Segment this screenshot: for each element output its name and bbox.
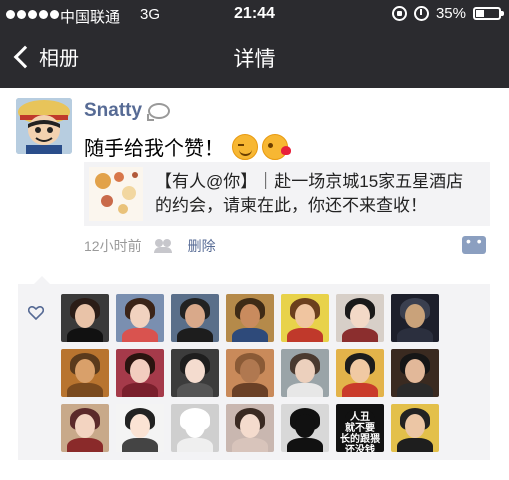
link-thumbnail bbox=[89, 167, 143, 221]
liker-avatar[interactable] bbox=[171, 294, 219, 342]
battery-icon bbox=[473, 7, 504, 20]
post-time: 12小时前 bbox=[84, 238, 142, 254]
liker-avatar[interactable] bbox=[116, 349, 164, 397]
delete-button[interactable]: 删除 bbox=[188, 236, 216, 256]
liker-avatar[interactable] bbox=[391, 404, 439, 452]
liker-avatar[interactable] bbox=[281, 294, 329, 342]
alarm-icon bbox=[413, 6, 429, 21]
status-bar: 中国联通 3G 21:44 35% bbox=[0, 0, 509, 30]
liker-avatar[interactable]: 人丑 就不要 长的跟猥 还没钱 bbox=[336, 404, 384, 452]
liker-avatar[interactable] bbox=[171, 349, 219, 397]
liker-avatar[interactable] bbox=[116, 294, 164, 342]
kiss-emoji-icon bbox=[262, 133, 291, 160]
liker-avatar[interactable] bbox=[226, 404, 274, 452]
top-bar: 中国联通 3G 21:44 35% 相册 详情 bbox=[0, 0, 509, 88]
shared-link-card[interactable]: 【有人@你】｜赴一场京城15家五星酒店的约会，请柬在此，你还不来查收！ bbox=[84, 162, 490, 226]
liker-avatar[interactable] bbox=[61, 404, 109, 452]
status-right: 35% bbox=[391, 5, 504, 22]
moment-post: Snatty 随手给我个赞！ 【有人@你】｜赴一场京城15家五星酒店的约会，请柬… bbox=[0, 88, 509, 480]
comment-action-button[interactable] bbox=[462, 233, 486, 254]
liker-avatar[interactable] bbox=[226, 294, 274, 342]
rotation-lock-icon bbox=[391, 6, 407, 21]
liker-avatar[interactable] bbox=[171, 404, 219, 452]
liker-avatar[interactable] bbox=[281, 349, 329, 397]
author-avatar[interactable] bbox=[16, 98, 72, 154]
liker-avatar[interactable] bbox=[281, 404, 329, 452]
page-title: 详情 bbox=[233, 48, 276, 71]
avatar-image bbox=[16, 98, 72, 154]
liker-avatar[interactable] bbox=[336, 294, 384, 342]
post-meta: 12小时前 删除 bbox=[84, 236, 216, 256]
battery-percent: 35% bbox=[435, 5, 466, 22]
liker-avatar[interactable] bbox=[116, 404, 164, 452]
speech-bubble-icon bbox=[147, 103, 171, 121]
liker-avatar[interactable] bbox=[336, 349, 384, 397]
smirk-emoji-icon bbox=[232, 133, 258, 160]
nav-bar: 相册 详情 bbox=[0, 32, 509, 84]
link-title: 【有人@你】｜赴一场京城15家五星酒店的约会，请柬在此，你还不来查收！ bbox=[155, 172, 464, 215]
liker-avatar[interactable] bbox=[391, 349, 439, 397]
heart-icon bbox=[28, 306, 44, 320]
likes-panel: 人丑 就不要 长的跟猥 还没钱 bbox=[18, 276, 490, 460]
visibility-group-icon bbox=[153, 239, 174, 253]
liker-avatar[interactable] bbox=[61, 349, 109, 397]
author-name[interactable]: Snatty bbox=[84, 100, 142, 122]
liker-avatar[interactable] bbox=[391, 294, 439, 342]
post-text-row: 随手给我个赞！ bbox=[84, 132, 291, 161]
author-row: Snatty bbox=[84, 100, 171, 122]
avatar-caption: 人丑 就不要 长的跟猥 还没钱 bbox=[340, 412, 380, 452]
liker-avatar-grid: 人丑 就不要 长的跟猥 还没钱 bbox=[61, 294, 439, 452]
liker-avatar[interactable] bbox=[226, 349, 274, 397]
post-text: 随手给我个赞！ bbox=[84, 138, 224, 160]
liker-avatar[interactable] bbox=[61, 294, 109, 342]
